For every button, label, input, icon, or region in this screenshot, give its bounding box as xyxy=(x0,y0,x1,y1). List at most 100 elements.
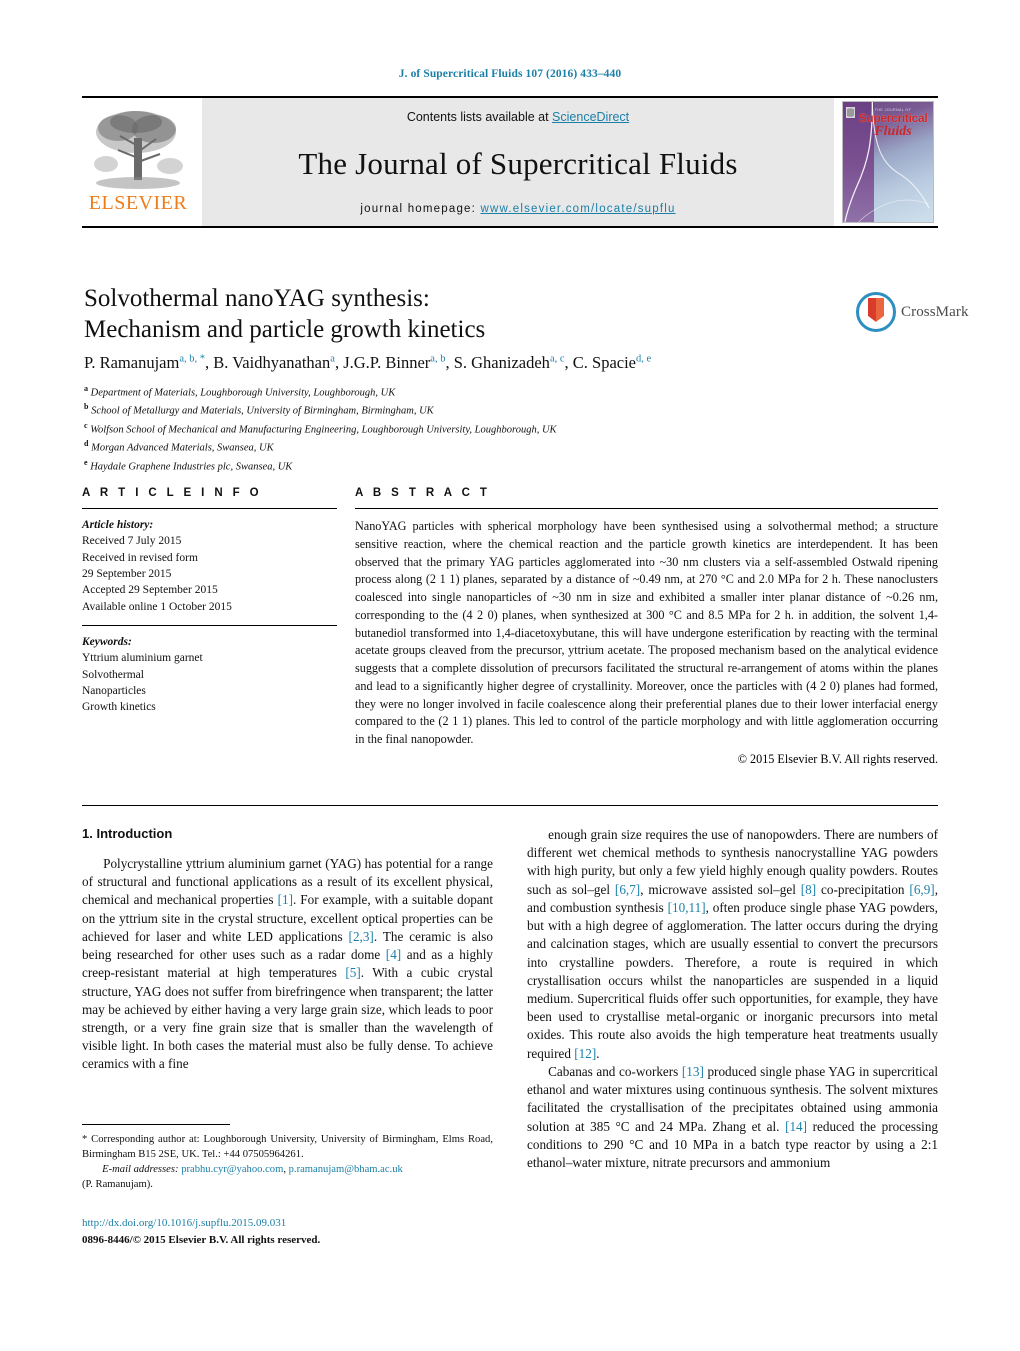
article-history-label: Article history: xyxy=(82,519,154,531)
keywords-label: Keywords: xyxy=(82,635,132,648)
journal-cover-image: THE JOURNAL OF Supercritical Fluids xyxy=(842,101,934,223)
keywords-group: Keywords: Yttrium aluminium garnet Solvo… xyxy=(82,626,337,716)
affiliation-a-text: Department of Materials, Loughborough Un… xyxy=(90,387,396,399)
cover-title-line2: Fluids xyxy=(874,123,912,139)
homepage-label: journal homepage: xyxy=(360,203,477,215)
keyword-1: Yttrium aluminium garnet xyxy=(82,652,203,665)
abstract-copyright: © 2015 Elsevier B.V. All rights reserved… xyxy=(737,751,938,766)
author-list: P. Ramanujama, b, *, B. Vaidhyanathana, … xyxy=(84,353,652,372)
citation-ref[interactable]: [1] xyxy=(278,892,293,907)
affiliation-c-label: c xyxy=(84,420,88,430)
affiliation-a: a Department of Materials, Loughborough … xyxy=(84,383,944,401)
affiliation-b-label: b xyxy=(84,402,89,412)
crossmark-badge[interactable]: CrossMark xyxy=(856,285,968,339)
corresponding-author-footnote: * Corresponding author at: Loughborough … xyxy=(82,1124,493,1192)
email-addresses-label: E-mail addresses: xyxy=(102,1164,179,1176)
article-info-column: A R T I C L E I N F O Article history: R… xyxy=(82,487,337,767)
cover-title-line1: Supercritical xyxy=(858,111,928,125)
author-5-marks: d, e xyxy=(636,353,652,365)
running-head-citation: J. of Supercritical Fluids 107 (2016) 43… xyxy=(398,68,622,80)
article-title-line-1: Solvothermal nanoYAG synthesis: xyxy=(84,285,430,312)
body-columns: 1. Introduction Polycrystalline yttrium … xyxy=(82,826,938,1172)
crossmark-icon xyxy=(856,292,896,332)
intro-paragraph-right-2: Cabanas and co-workers [13] produced sin… xyxy=(527,1063,939,1170)
panel-bottom-rule xyxy=(82,805,938,806)
sciencedirect-link[interactable]: ScienceDirect xyxy=(552,110,629,124)
page-title: Solvothermal nanoYAG synthesis: Mechanis… xyxy=(84,283,804,345)
keyword-2: Solvothermal xyxy=(82,668,144,681)
author-1-name: P. Ramanujam xyxy=(84,353,180,372)
body-right-column: enough grain size requires the use of na… xyxy=(527,826,938,1172)
footnote-rule xyxy=(82,1124,230,1125)
abstract-column: A B S T R A C T NanoYAG particles with s… xyxy=(355,487,938,767)
history-item-revised-date: 29 September 2015 xyxy=(82,567,172,580)
article-info-heading: A R T I C L E I N F O xyxy=(82,487,263,499)
journal-masthead: ELSEVIER Contents lists available at Sci… xyxy=(82,96,938,228)
affiliation-c: c Wolfson School of Mechanical and Manuf… xyxy=(84,420,944,438)
keyword-3: Nanoparticles xyxy=(82,684,146,697)
abstract-heading: A B S T R A C T xyxy=(355,487,491,499)
article-title-block: Solvothermal nanoYAG synthesis: Mechanis… xyxy=(84,283,804,345)
citation-ref[interactable]: [14] xyxy=(785,1119,807,1134)
info-abstract-panel: A R T I C L E I N F O Article history: R… xyxy=(82,487,938,767)
author-3-marks: a, b xyxy=(430,353,446,365)
affiliation-b: b School of Metallurgy and Materials, Un… xyxy=(84,401,944,419)
issn-copyright-line: 0896-8446/© 2015 Elsevier B.V. All right… xyxy=(82,1233,321,1246)
citation-ref[interactable]: [4] xyxy=(386,947,401,962)
citation-ref[interactable]: [8] xyxy=(801,882,816,897)
citation-ref[interactable]: [12] xyxy=(574,1046,596,1061)
cover-title-stack: THE JOURNAL OF Supercritical Fluids xyxy=(857,108,929,139)
affiliation-e: e Haydale Graphene Industries plc, Swans… xyxy=(84,457,944,475)
citation-ref[interactable]: [13] xyxy=(682,1064,704,1079)
section-heading-introduction: 1. Introduction xyxy=(82,826,173,841)
article-history-group: Article history: Received 7 July 2015 Re… xyxy=(82,509,337,615)
citation-ref[interactable]: [6,9] xyxy=(909,882,934,897)
email-owner-name: (P. Ramanujam). xyxy=(82,1179,153,1191)
history-item-revised-form: Received in revised form xyxy=(82,551,198,564)
intro-paragraph-right-1: enough grain size requires the use of na… xyxy=(527,827,938,1061)
abstract-text: NanoYAG particles with spherical morphol… xyxy=(355,519,938,746)
citation-ref[interactable]: [5] xyxy=(345,965,360,980)
elsevier-wordmark: ELSEVIER xyxy=(88,192,188,214)
corresponding-author-text: * Corresponding author at: Loughborough … xyxy=(82,1134,493,1161)
email-link-1[interactable]: prabhu.cyr@yahoo.com xyxy=(181,1164,283,1175)
masthead-center-band: Contents lists available at ScienceDirec… xyxy=(202,98,834,226)
affiliation-a-label: a xyxy=(84,384,88,393)
journal-title: The Journal of Supercritical Fluids xyxy=(298,145,738,181)
affiliation-d-label: d xyxy=(84,439,89,449)
body-left-column: 1. Introduction Polycrystalline yttrium … xyxy=(82,826,493,1172)
author-1-marks: a, b, * xyxy=(179,353,205,365)
page-footer: http://dx.doi.org/10.1016/j.supflu.2015.… xyxy=(82,1215,562,1248)
history-item-received: Received 7 July 2015 xyxy=(82,535,182,548)
journal-homepage-line: journal homepage: www.elsevier.com/locat… xyxy=(360,203,675,215)
footnote-text: * Corresponding author at: Loughborough … xyxy=(82,1132,493,1192)
author-4-marks: a, c xyxy=(549,353,565,365)
affiliation-c-text: Wolfson School of Mechanical and Manufac… xyxy=(90,424,557,436)
author-3-name: J.G.P. Binner xyxy=(343,353,431,372)
crossmark-label: CrossMark xyxy=(901,303,969,320)
affiliation-e-text: Haydale Graphene Industries plc, Swansea… xyxy=(90,461,293,473)
author-2-marks: a xyxy=(330,353,335,365)
author-5-name: C. Spacie xyxy=(572,353,637,372)
affiliation-d-text: Morgan Advanced Materials, Swansea, UK xyxy=(91,442,274,454)
citation-ref[interactable]: [10,11] xyxy=(668,900,706,915)
journal-article-page: J. of Supercritical Fluids 107 (2016) 43… xyxy=(0,0,1020,1351)
citation-ref[interactable]: [6,7] xyxy=(615,882,640,897)
keyword-4: Growth kinetics xyxy=(82,701,156,714)
contents-line: Contents lists available at ScienceDirec… xyxy=(407,110,629,124)
citation-ref[interactable]: [2,3] xyxy=(349,929,374,944)
history-item-accepted: Accepted 29 September 2015 xyxy=(82,584,218,597)
affiliation-d: d Morgan Advanced Materials, Swansea, UK xyxy=(84,438,944,456)
article-title-line-2: Mechanism and particle growth kinetics xyxy=(84,316,486,343)
journal-cover-thumbnail: THE JOURNAL OF Supercritical Fluids xyxy=(842,101,938,223)
elsevier-tree-icon xyxy=(94,111,183,189)
affiliation-b-text: School of Metallurgy and Materials, Univ… xyxy=(91,405,434,417)
history-item-online: Available online 1 October 2015 xyxy=(82,600,232,613)
contents-prefix: Contents lists available at xyxy=(406,110,553,124)
doi-link[interactable]: http://dx.doi.org/10.1016/j.supflu.2015.… xyxy=(82,1215,562,1232)
email-link-2[interactable]: p.ramanujam@bham.ac.uk xyxy=(289,1164,403,1175)
intro-paragraph-left-1: Polycrystalline yttrium aluminium garnet… xyxy=(82,856,494,1072)
elsevier-logo: ELSEVIER xyxy=(82,98,194,226)
journal-homepage-link[interactable]: www.elsevier.com/locate/supflu xyxy=(480,203,675,215)
affiliation-list: a Department of Materials, Loughborough … xyxy=(84,383,944,475)
